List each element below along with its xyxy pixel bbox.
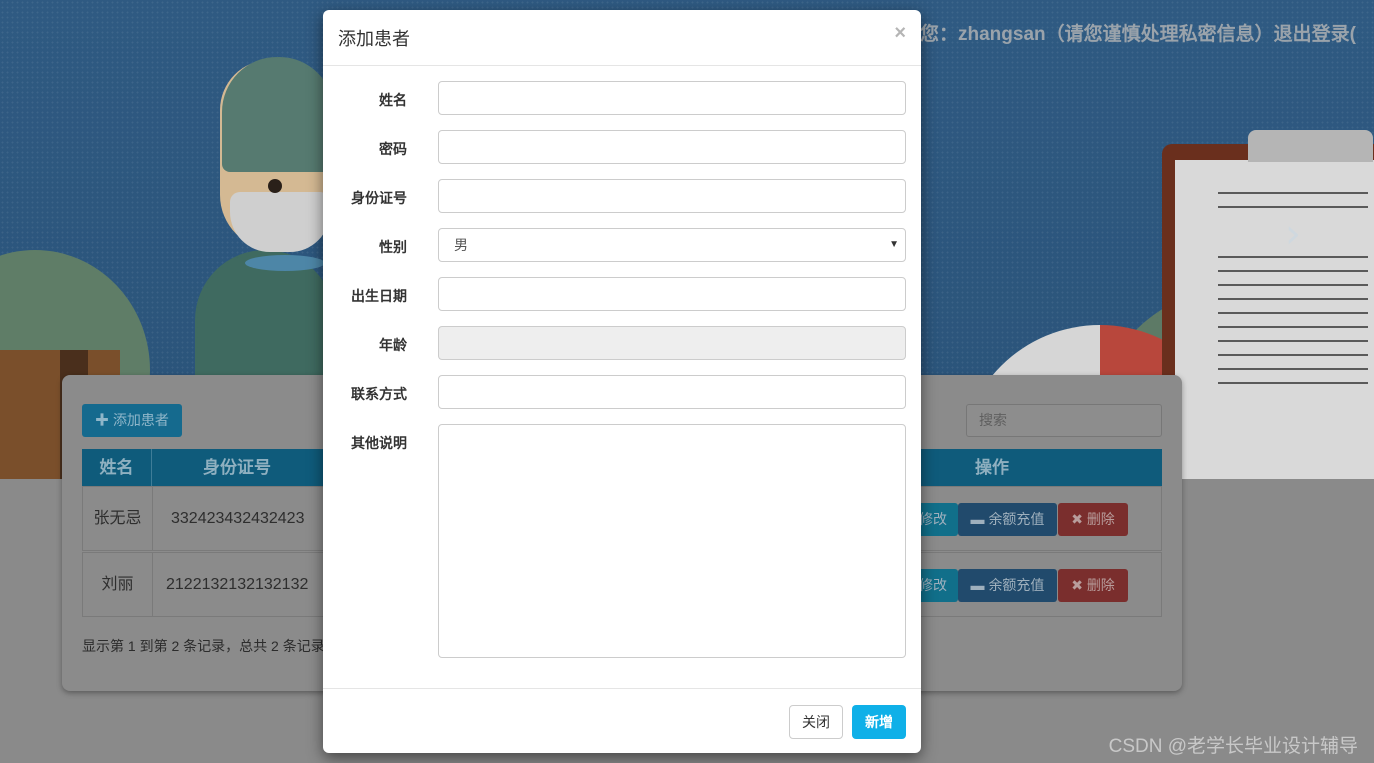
column-header-actions: 操作 — [975, 458, 1009, 477]
carousel-next-icon[interactable]: › — [1285, 212, 1325, 256]
modal-title: 添加患者 — [338, 29, 410, 49]
add-patient-label: 添加患者 — [112, 412, 169, 428]
name-label: 姓名 — [379, 92, 407, 108]
clipboard-line — [1218, 354, 1368, 356]
name-field[interactable] — [438, 81, 906, 115]
pagination-info: 显示第 1 到第 2 条记录，总共 2 条记录 — [82, 638, 325, 654]
password-label: 密码 — [379, 141, 407, 157]
password-field[interactable] — [438, 130, 906, 164]
clipboard-line — [1218, 206, 1368, 208]
user-greeting[interactable]: 您：zhangsan（请您谨慎处理私密信息）退出登录( — [920, 19, 1356, 46]
close-icon: ✖ — [1071, 577, 1083, 593]
clipboard-line — [1218, 326, 1368, 328]
recharge-label: 余额充值 — [988, 511, 1045, 527]
birth-date-label: 出生日期 — [351, 288, 407, 304]
doctor-illustration-collar — [245, 255, 325, 271]
clipboard-line — [1218, 312, 1368, 314]
add-patient-modal: 添加患者 × 姓名 密码 身份证号 性别 男 ▼ 出生日期 年龄 联系方式 其他… — [323, 10, 921, 753]
age-field — [438, 326, 906, 360]
credit-card-icon: ▬ — [970, 511, 985, 527]
clipboard-line — [1218, 382, 1368, 384]
clipboard-clip — [1248, 130, 1373, 162]
credit-card-icon: ▬ — [970, 577, 985, 593]
search-input[interactable]: 搜索 — [966, 404, 1162, 437]
delete-button[interactable]: ✖ 删除 — [1058, 503, 1128, 536]
close-icon[interactable]: × — [894, 22, 906, 45]
clipboard-line — [1218, 368, 1368, 370]
patient-name-cell: 张无忌 — [83, 487, 153, 550]
recharge-button[interactable]: ▬ 余额充值 — [958, 569, 1057, 602]
delete-label: 删除 — [1086, 511, 1115, 527]
notes-textarea[interactable] — [438, 424, 906, 658]
add-patient-button[interactable]: ✚ 添加患者 — [82, 404, 182, 437]
patient-name-cell: 刘丽 — [83, 553, 153, 616]
clipboard-line — [1218, 192, 1368, 194]
contact-field[interactable] — [438, 375, 906, 409]
clipboard-line — [1218, 270, 1368, 272]
delete-label: 删除 — [1086, 577, 1115, 593]
plus-icon: ✚ — [95, 412, 110, 428]
clipboard-line — [1218, 340, 1368, 342]
watermark-text: CSDN @老学长毕业设计辅导 — [1108, 736, 1358, 757]
contact-label: 联系方式 — [351, 386, 407, 402]
gender-label: 性别 — [379, 239, 407, 255]
notes-label: 其他说明 — [351, 435, 407, 451]
close-button[interactable]: 关闭 — [789, 705, 843, 739]
age-label: 年龄 — [379, 337, 407, 353]
patient-id-cell: 332423432432423 — [171, 510, 305, 527]
id-number-label: 身份证号 — [351, 190, 407, 206]
modal-footer: 关闭 新增 — [323, 688, 921, 754]
column-header-name[interactable]: 姓名 — [82, 449, 152, 486]
birth-date-field[interactable] — [438, 277, 906, 311]
doctor-illustration-mask — [230, 192, 330, 252]
patient-id-cell: 2122132132132132 — [166, 576, 309, 593]
gender-select[interactable]: 男 ▼ — [438, 228, 906, 262]
delete-button[interactable]: ✖ 删除 — [1058, 569, 1128, 602]
modal-header: 添加患者 × — [323, 10, 921, 66]
submit-button[interactable]: 新增 — [852, 705, 906, 739]
clipboard-line — [1218, 284, 1368, 286]
column-header-id[interactable]: 身份证号 — [152, 449, 322, 486]
clipboard-line — [1218, 298, 1368, 300]
recharge-button[interactable]: ▬ 余额充值 — [958, 503, 1057, 536]
id-number-field[interactable] — [438, 179, 906, 213]
doctor-illustration-cap — [222, 57, 334, 172]
close-icon: ✖ — [1071, 511, 1083, 527]
recharge-label: 余额充值 — [988, 577, 1045, 593]
gender-selected-value: 男 — [454, 237, 468, 253]
chevron-down-icon: ▼ — [889, 239, 899, 250]
doctor-illustration-eye — [268, 179, 282, 193]
